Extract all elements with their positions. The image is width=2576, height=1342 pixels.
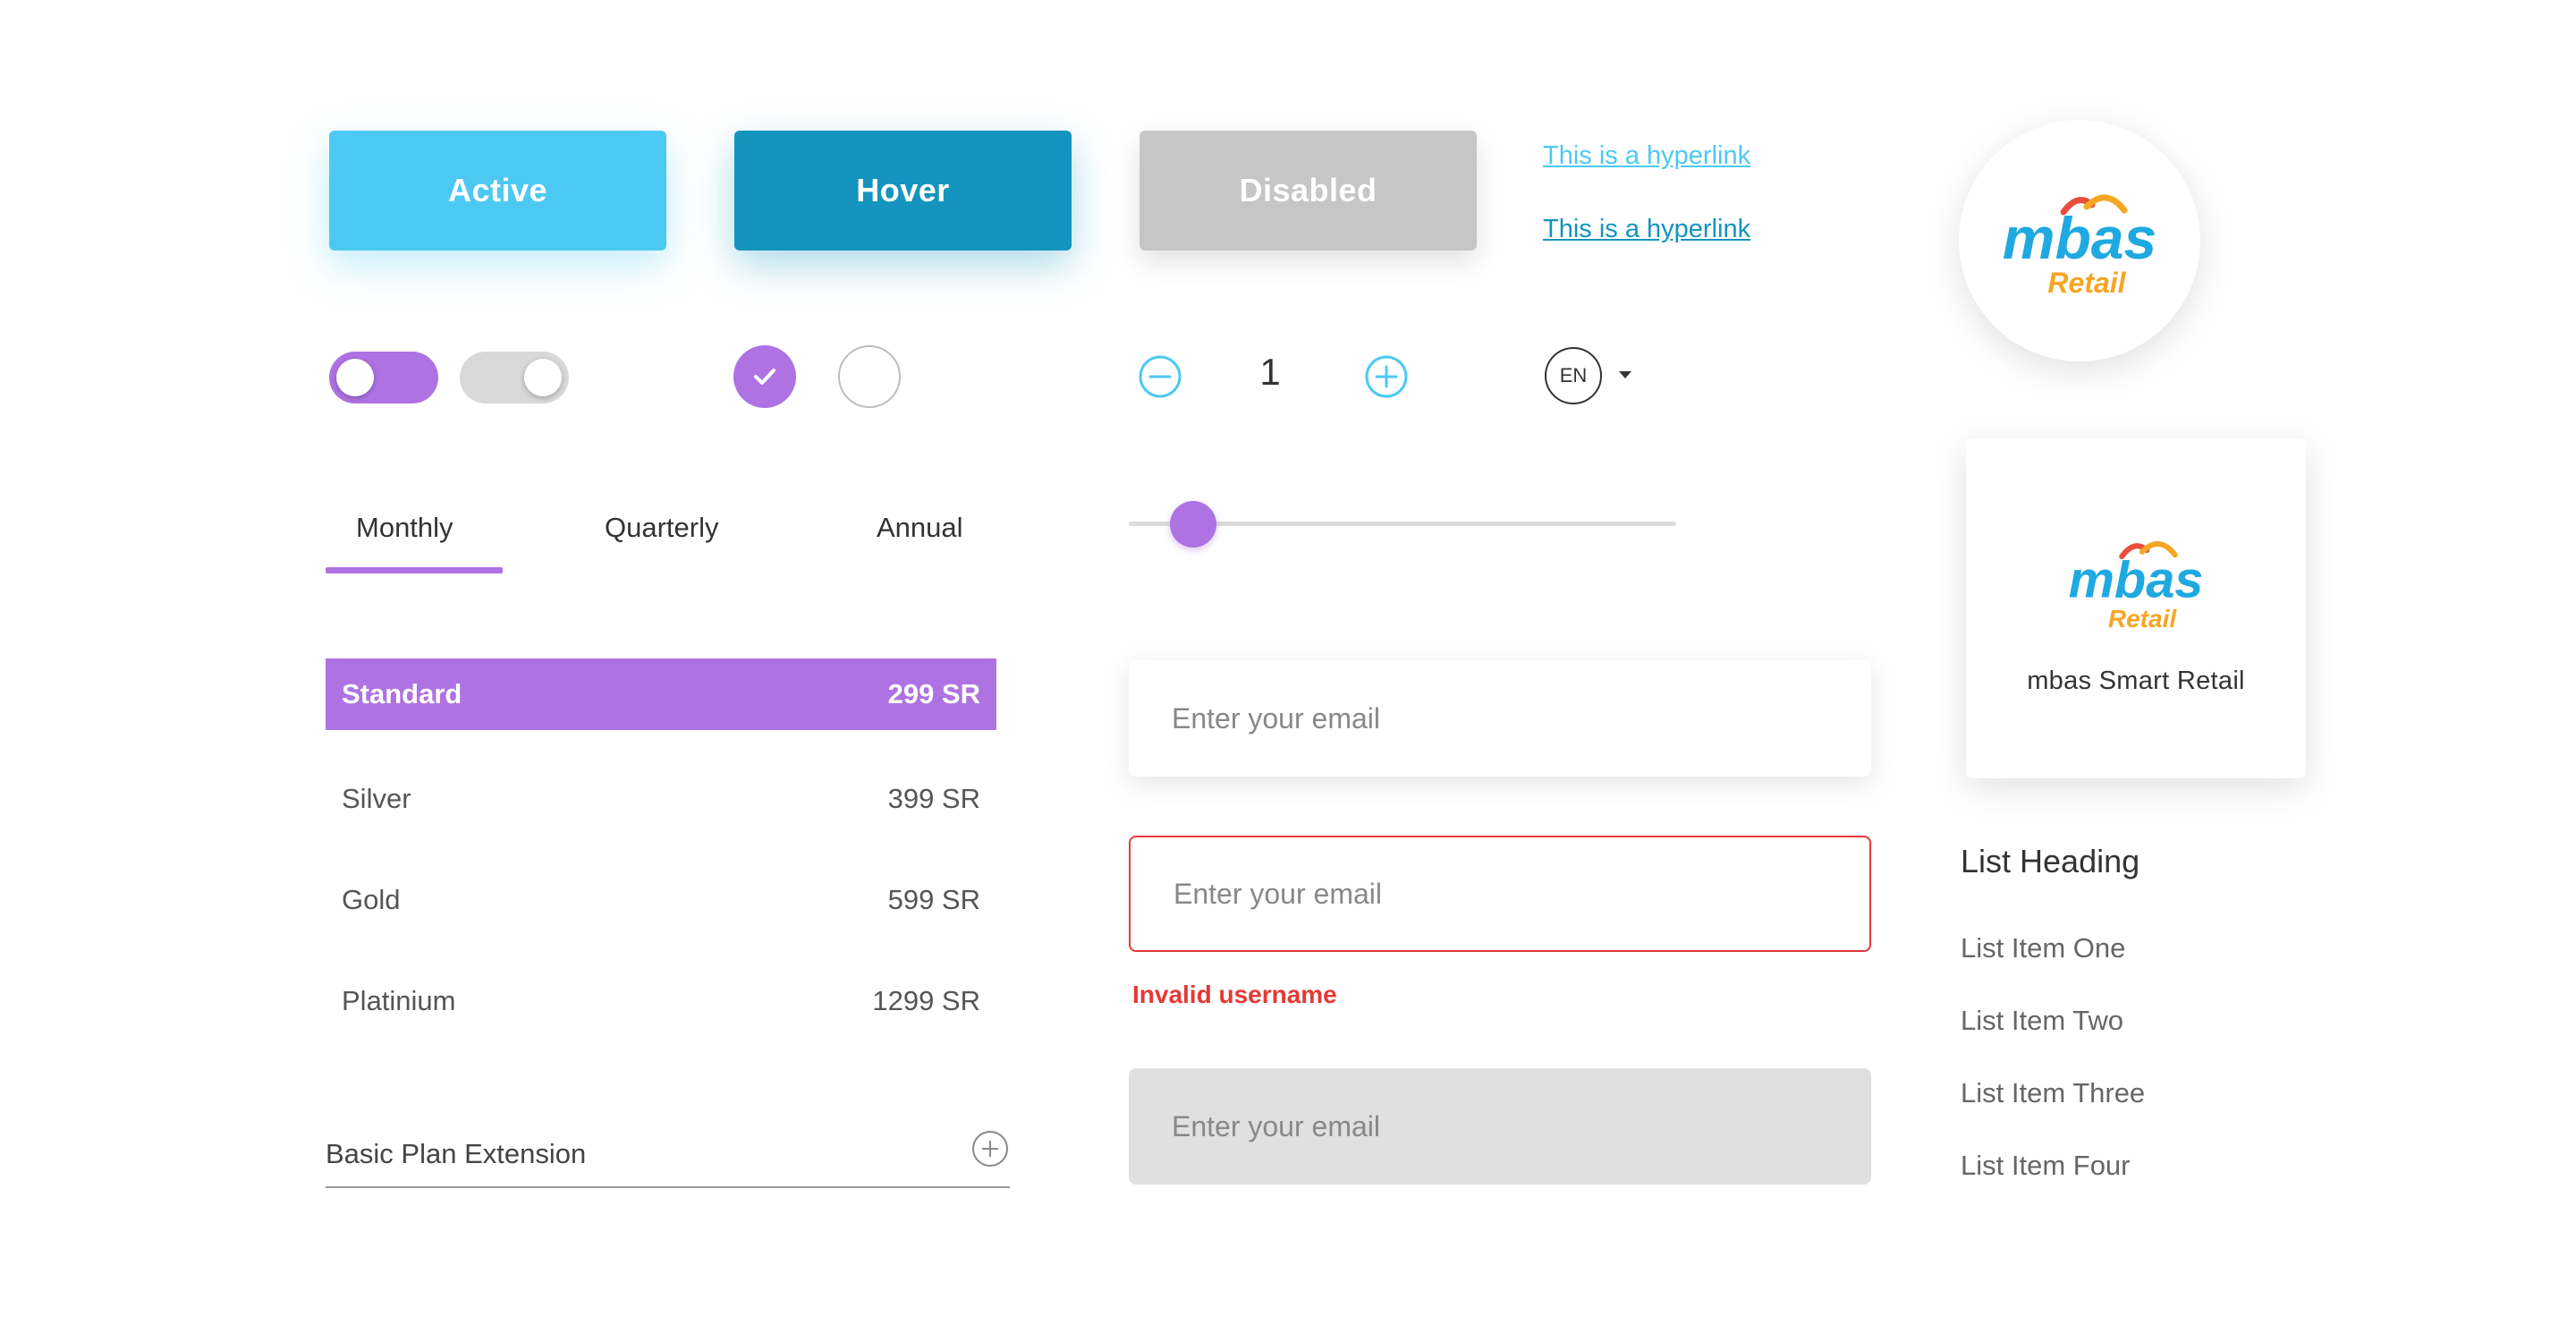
email-input[interactable]: [1129, 660, 1871, 777]
svg-text:mbas: mbas: [2069, 552, 2204, 609]
minus-circle-icon[interactable]: [1138, 354, 1182, 399]
plan-price: 1299 SR: [872, 985, 980, 1016]
radio-checked[interactable]: [733, 345, 796, 408]
error-message: Invalid username: [1132, 981, 1337, 1008]
svg-text:mbas: mbas: [2003, 205, 2157, 271]
toggle-knob: [524, 359, 562, 396]
mbas-logo-icon: mbas Retail: [2069, 540, 2204, 633]
brand-logo-circle: mbas Retail: [1959, 120, 2200, 361]
tab-active-indicator: [326, 567, 503, 573]
accordion-label: Basic Plan Extension: [326, 1138, 587, 1169]
language-selector[interactable]: EN: [1545, 347, 1602, 404]
slider-thumb[interactable]: [1170, 501, 1216, 548]
list-heading: List Heading: [1961, 843, 2140, 879]
plan-name: Platinium: [342, 985, 456, 1016]
plus-circle-icon[interactable]: [970, 1129, 1010, 1168]
brand-card: mbas Retail mbas Smart Retail: [1966, 438, 2306, 778]
toggle-knob: [336, 359, 374, 396]
plan-row-platinium[interactable]: Platinium 1299 SR: [326, 965, 996, 1037]
plan-row-silver[interactable]: Silver 399 SR: [326, 763, 996, 835]
hover-button[interactable]: Hover: [734, 131, 1072, 251]
list-item[interactable]: List Item Two: [1961, 1005, 2123, 1037]
plan-price: 599 SR: [887, 884, 980, 915]
list-item[interactable]: List Item One: [1961, 932, 2125, 964]
tab-quarterly[interactable]: Quarterly: [605, 512, 718, 544]
plan-name: Gold: [342, 884, 401, 915]
active-button[interactable]: Active: [329, 131, 666, 251]
svg-text:Retail: Retail: [2108, 605, 2177, 633]
check-icon: [754, 369, 775, 385]
svg-text:Retail: Retail: [2047, 267, 2126, 299]
plan-price: 399 SR: [887, 783, 980, 814]
tab-annual[interactable]: Annual: [877, 512, 963, 544]
caret-down-icon[interactable]: [1619, 371, 1631, 378]
toggle-switch-on[interactable]: [329, 352, 438, 403]
email-input-disabled: [1129, 1068, 1871, 1185]
plan-row-standard[interactable]: Standard 299 SR: [326, 658, 996, 730]
email-input-error[interactable]: [1129, 836, 1871, 952]
disabled-button: Disabled: [1140, 131, 1477, 251]
brand-card-label: mbas Smart Retail: [2027, 667, 2245, 695]
plan-name: Silver: [342, 783, 411, 814]
hyperlink-hover[interactable]: This is a hyperlink: [1543, 215, 1750, 244]
plan-name: Standard: [342, 678, 462, 709]
plan-price: 299 SR: [887, 678, 980, 709]
list-item[interactable]: List Item Four: [1961, 1150, 2131, 1182]
tab-monthly[interactable]: Monthly: [356, 512, 453, 544]
mbas-logo-icon: mbas Retail: [2003, 194, 2157, 299]
hyperlink-default[interactable]: This is a hyperlink: [1543, 141, 1750, 171]
stepper-value: 1: [1259, 351, 1281, 393]
plan-row-gold[interactable]: Gold 599 SR: [326, 864, 996, 936]
accordion-basic-plan-extension[interactable]: Basic Plan Extension: [326, 1129, 1010, 1188]
list-item[interactable]: List Item Three: [1961, 1077, 2145, 1109]
toggle-switch-off[interactable]: [460, 352, 569, 403]
plus-circle-icon[interactable]: [1364, 354, 1409, 399]
radio-unchecked[interactable]: [838, 345, 901, 408]
